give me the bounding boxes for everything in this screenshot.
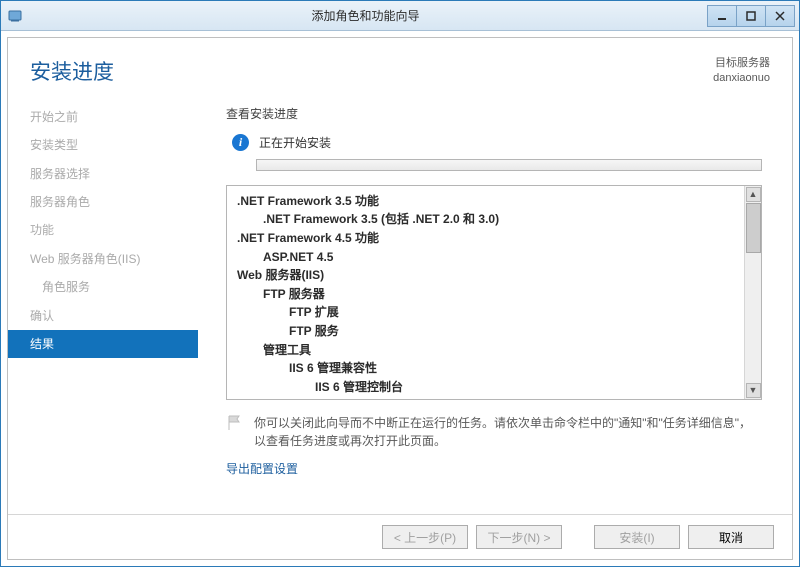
maximize-button[interactable] [736, 5, 766, 27]
close-button[interactable] [765, 5, 795, 27]
body-row: 开始之前 安装类型 服务器选择 服务器角色 功能 Web 服务器角色(IIS) … [8, 95, 792, 514]
nav-item-results[interactable]: 结果 [8, 330, 198, 358]
target-value: danxiaonuo [713, 71, 770, 86]
next-button[interactable]: 下一步(N) > [476, 525, 562, 549]
prev-button[interactable]: < 上一步(P) [382, 525, 468, 549]
feature-item: .NET Framework 3.5 (包括 .NET 2.0 和 3.0) [263, 210, 734, 229]
progress-bar [256, 159, 762, 171]
titlebar: 添加角色和功能向导 [1, 1, 799, 31]
nav-item-server-selection[interactable]: 服务器选择 [8, 160, 198, 188]
feature-item: IIS 6 管理兼容性 [289, 359, 734, 378]
features-box: .NET Framework 3.5 功能 .NET Framework 3.5… [226, 185, 762, 400]
cancel-button[interactable]: 取消 [688, 525, 774, 549]
hint-text: 你可以关闭此向导而不中断正在运行的任务。请依次单击命令栏中的"通知"和"任务详细… [254, 414, 762, 450]
nav-item-confirmation[interactable]: 确认 [8, 302, 198, 330]
install-button[interactable]: 安装(I) [594, 525, 680, 549]
content-area: 安装进度 目标服务器 danxiaonuo 开始之前 安装类型 服务器选择 服务… [7, 37, 793, 560]
scroll-thumb[interactable] [746, 203, 761, 253]
header-row: 安装进度 目标服务器 danxiaonuo [8, 38, 792, 95]
status-row: i 正在开始安装 [232, 134, 768, 151]
feature-item: .NET Framework 4.5 功能 [237, 229, 734, 248]
wizard-window: 添加角色和功能向导 安装进度 目标服务器 danxiaonuo 开始之前 安装类… [0, 0, 800, 567]
nav-item-before-you-begin[interactable]: 开始之前 [8, 103, 198, 131]
scroll-track[interactable] [746, 203, 761, 382]
feature-item: ASP.NET 4.5 [263, 248, 734, 267]
pane-subhead: 查看安装进度 [226, 105, 768, 122]
flag-icon [226, 414, 244, 432]
features-list: .NET Framework 3.5 功能 .NET Framework 3.5… [227, 186, 744, 399]
nav-item-features[interactable]: 功能 [8, 216, 198, 244]
results-pane: 查看安装进度 i 正在开始安装 .NET Framework 3.5 功能 .N… [198, 95, 792, 514]
feature-item: 管理工具 [263, 341, 734, 360]
scroll-down-button[interactable]: ▼ [746, 383, 761, 398]
feature-item: FTP 扩展 [289, 303, 734, 322]
wizard-nav: 开始之前 安装类型 服务器选择 服务器角色 功能 Web 服务器角色(IIS) … [8, 95, 198, 514]
nav-item-install-type[interactable]: 安装类型 [8, 131, 198, 159]
status-text: 正在开始安装 [259, 134, 331, 151]
scrollbar[interactable]: ▲ ▼ [744, 186, 761, 399]
nav-item-role-services[interactable]: 角色服务 [8, 273, 198, 301]
feature-item: .NET Framework 3.5 功能 [237, 192, 734, 211]
app-icon [7, 8, 23, 24]
minimize-button[interactable] [707, 5, 737, 27]
window-controls [708, 5, 799, 27]
feature-item: FTP 服务 [289, 322, 734, 341]
feature-item: Web 服务器(IIS) [237, 266, 734, 285]
feature-item: FTP 服务器 [263, 285, 734, 304]
nav-item-server-roles[interactable]: 服务器角色 [8, 188, 198, 216]
target-block: 目标服务器 danxiaonuo [713, 56, 770, 87]
footer: < 上一步(P) 下一步(N) > 安装(I) 取消 [8, 514, 792, 559]
scroll-up-button[interactable]: ▲ [746, 187, 761, 202]
feature-item: IIS 6 管理控制台 [315, 378, 734, 397]
target-label: 目标服务器 [713, 56, 770, 71]
window-title: 添加角色和功能向导 [23, 7, 708, 24]
info-icon: i [232, 134, 249, 151]
nav-item-iis-role[interactable]: Web 服务器角色(IIS) [8, 245, 198, 273]
hint-row: 你可以关闭此向导而不中断正在运行的任务。请依次单击命令栏中的"通知"和"任务详细… [226, 414, 762, 450]
page-heading: 安装进度 [30, 56, 713, 86]
export-config-link[interactable]: 导出配置设置 [226, 460, 768, 477]
